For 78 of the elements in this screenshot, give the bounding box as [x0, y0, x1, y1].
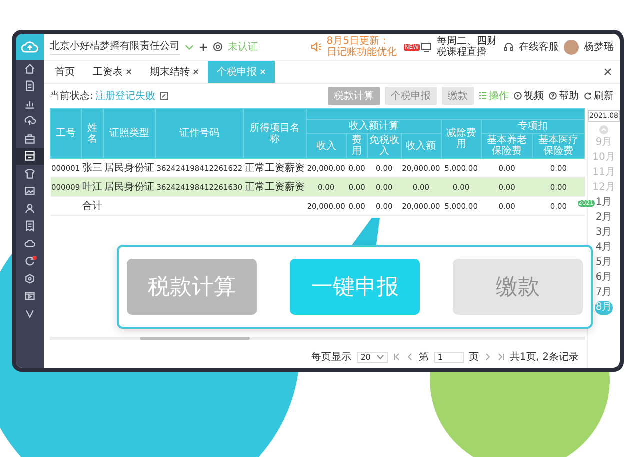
tab[interactable]: 首页 [46, 61, 84, 83]
column-header: 免税收入 [368, 134, 402, 158]
refresh-icon [584, 92, 592, 100]
help-icon [549, 92, 557, 100]
close-icon[interactable] [193, 69, 199, 75]
briefcase-icon [24, 132, 36, 145]
online-service-link[interactable]: 在线客服 [519, 40, 559, 54]
scrollbar-thumb[interactable] [140, 337, 250, 340]
ledger-icon [24, 150, 36, 162]
column-header: 基本养老保险费 [481, 134, 533, 158]
table-cell: 叶江 [82, 182, 102, 193]
month-item[interactable]: 3月 [594, 226, 614, 240]
column-group-header: 收入额计算 [306, 120, 442, 134]
page-summary: 共1页, 2条记录 [510, 350, 579, 364]
speaker-icon [310, 42, 322, 52]
headset-icon [504, 42, 514, 52]
document-icon [24, 80, 36, 92]
month-item[interactable]: 4月 [594, 241, 614, 255]
table-cell: 合计 [82, 201, 102, 212]
tab[interactable]: 期末结转 [141, 61, 208, 83]
column-header: 费用 [346, 134, 368, 158]
home-icon [24, 62, 36, 75]
alert-dot [33, 256, 37, 260]
table-cell: 正常工资薪资 [244, 182, 305, 193]
column-header: 证件号码 [156, 108, 244, 158]
help-link[interactable]: 帮助 [549, 89, 579, 103]
month-item[interactable]: 1月 [594, 196, 614, 210]
close-icon[interactable] [604, 68, 612, 76]
cycle-icon [24, 255, 36, 268]
page-suffix: 页 [468, 351, 479, 364]
column-header: 收入额 [401, 134, 442, 158]
page-size-label: 每页显示 [312, 351, 352, 364]
month-item[interactable]: 7月 [594, 286, 614, 300]
close-icon[interactable] [126, 69, 132, 75]
edit-icon[interactable] [160, 92, 168, 100]
column-header: 减除费用 [441, 120, 482, 158]
table-cell: 居民身份证 [104, 182, 155, 193]
chevron-down-icon [376, 354, 384, 360]
video-link[interactable]: 视频 [514, 89, 544, 103]
upload-icon [24, 115, 36, 128]
table-cell: 正常工资薪资 [244, 163, 305, 174]
month-item[interactable]: 2月 [594, 211, 614, 225]
list-icon [479, 92, 487, 100]
column-header: 基本医疗保险费 [532, 134, 584, 158]
tv-icon [421, 42, 432, 52]
page-prefix: 第 [418, 351, 429, 364]
refresh-link[interactable]: 刷新 [584, 89, 614, 103]
status-label: 当前状态: [50, 90, 94, 103]
picture-icon [24, 185, 36, 198]
column-header: 证照类型 [104, 108, 156, 158]
play-icon [514, 92, 522, 100]
v-letter-icon [24, 308, 36, 320]
user-name[interactable]: 杨梦瑶 [584, 40, 614, 54]
page-size-select[interactable]: 20 [356, 352, 388, 362]
column-header: 工号 [50, 108, 82, 158]
page-input[interactable]: 1 [434, 352, 464, 362]
plus-icon[interactable] [199, 42, 208, 52]
month-item[interactable]: 6月 [594, 271, 614, 285]
company-selector[interactable]: 北京小好桔梦摇有限责任公司 [50, 39, 180, 55]
tab[interactable]: 工资表 [84, 61, 141, 83]
gear-icon [24, 272, 36, 285]
shirt-icon [24, 168, 36, 180]
settings-icon[interactable] [213, 42, 223, 52]
column-header: 所得项目名称 [244, 108, 306, 158]
video-icon [24, 290, 36, 302]
sidebar-item[interactable] [16, 148, 44, 165]
auth-status: 未认证 [228, 40, 258, 54]
column-header: 收入 [306, 134, 346, 158]
table-cell: 张三 [82, 163, 102, 174]
table-cell: 居民身份证 [104, 163, 155, 174]
cloud-icon [24, 238, 36, 250]
column-header: 姓名 [81, 108, 104, 158]
receipt-icon [24, 220, 36, 232]
cloud-logo-icon [21, 40, 39, 54]
live-course-link[interactable]: 每周二、四财税课程直播 [437, 36, 499, 58]
month-item[interactable]: 5月 [594, 256, 614, 270]
column-group-header: 专项扣 [481, 120, 584, 134]
person-icon [24, 202, 36, 215]
